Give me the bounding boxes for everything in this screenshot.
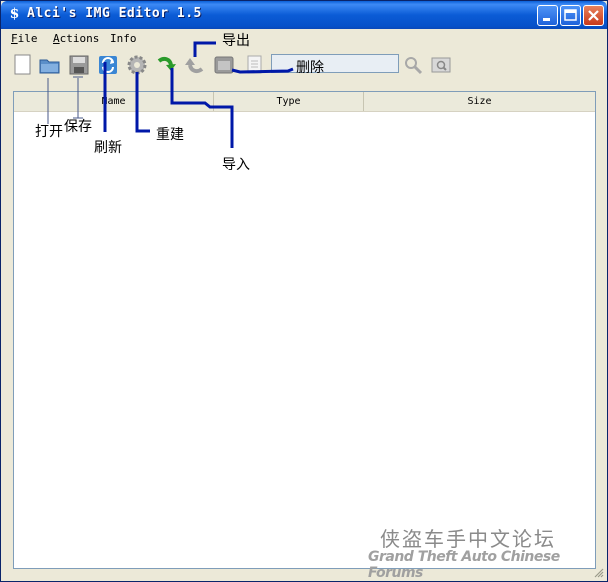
minimize-button[interactable] <box>537 5 558 26</box>
delete-button[interactable] <box>212 53 236 77</box>
folder-icon <box>39 59 60 74</box>
file-list[interactable]: Name Type Size <box>13 91 596 569</box>
save-button[interactable] <box>67 53 91 77</box>
save-icon <box>69 55 89 75</box>
annotation-export: 导出 <box>222 33 250 49</box>
export-button[interactable] <box>183 53 207 77</box>
list-header: Name Type Size <box>14 92 595 112</box>
annotation-delete: 删除 <box>296 60 324 76</box>
copy-button[interactable] <box>243 53 267 77</box>
export-arrow-icon <box>185 58 204 74</box>
column-header-size[interactable]: Size <box>364 92 595 111</box>
minimize-icon <box>543 18 550 21</box>
delete-icon <box>214 56 234 74</box>
app-logo-icon: $ <box>9 6 20 22</box>
watermark-english: Grand Theft Auto Chinese Forums <box>368 549 560 581</box>
import-button[interactable] <box>154 53 178 77</box>
annotation-save: 保存 <box>64 119 92 135</box>
find-button[interactable] <box>401 53 425 77</box>
annotation-import: 导入 <box>222 157 250 173</box>
column-header-type[interactable]: Type <box>214 92 364 111</box>
watermark-chinese: 侠盗车手中文论坛 <box>380 527 556 551</box>
search-icon <box>405 57 423 75</box>
rebuild-button[interactable] <box>125 53 149 77</box>
close-icon <box>588 10 599 21</box>
title-bar[interactable]: $ Alci's IMG Editor 1.5 <box>1 1 607 29</box>
new-button[interactable] <box>11 53 35 77</box>
find-next-button[interactable] <box>429 53 453 77</box>
close-button[interactable] <box>583 5 604 26</box>
annotation-open: 打开 <box>35 124 63 140</box>
menu-info[interactable]: Info <box>110 32 137 45</box>
column-header-name[interactable]: Name <box>14 92 214 111</box>
maximize-icon <box>564 9 577 21</box>
window-title: Alci's IMG Editor 1.5 <box>27 6 202 21</box>
maximize-button[interactable] <box>560 5 581 26</box>
app-window: $ Alci's IMG Editor 1.5 File Actions Inf… <box>0 0 608 582</box>
annotation-rebuild: 重建 <box>156 127 184 143</box>
import-arrow-icon <box>157 56 176 71</box>
find-next-icon <box>431 57 451 73</box>
open-button[interactable] <box>38 53 62 77</box>
menu-bar: File Actions Info <box>1 29 607 49</box>
refresh-button[interactable] <box>96 53 120 77</box>
menu-file[interactable]: File <box>11 32 38 45</box>
search-input[interactable] <box>271 54 399 73</box>
new-file-icon <box>14 54 31 75</box>
refresh-icon <box>99 56 117 74</box>
menu-actions[interactable]: Actions <box>53 32 99 45</box>
gear-icon <box>127 55 147 75</box>
annotation-refresh: 刷新 <box>94 140 122 156</box>
resize-grip-icon[interactable] <box>592 566 604 578</box>
copy-icon <box>247 55 262 74</box>
